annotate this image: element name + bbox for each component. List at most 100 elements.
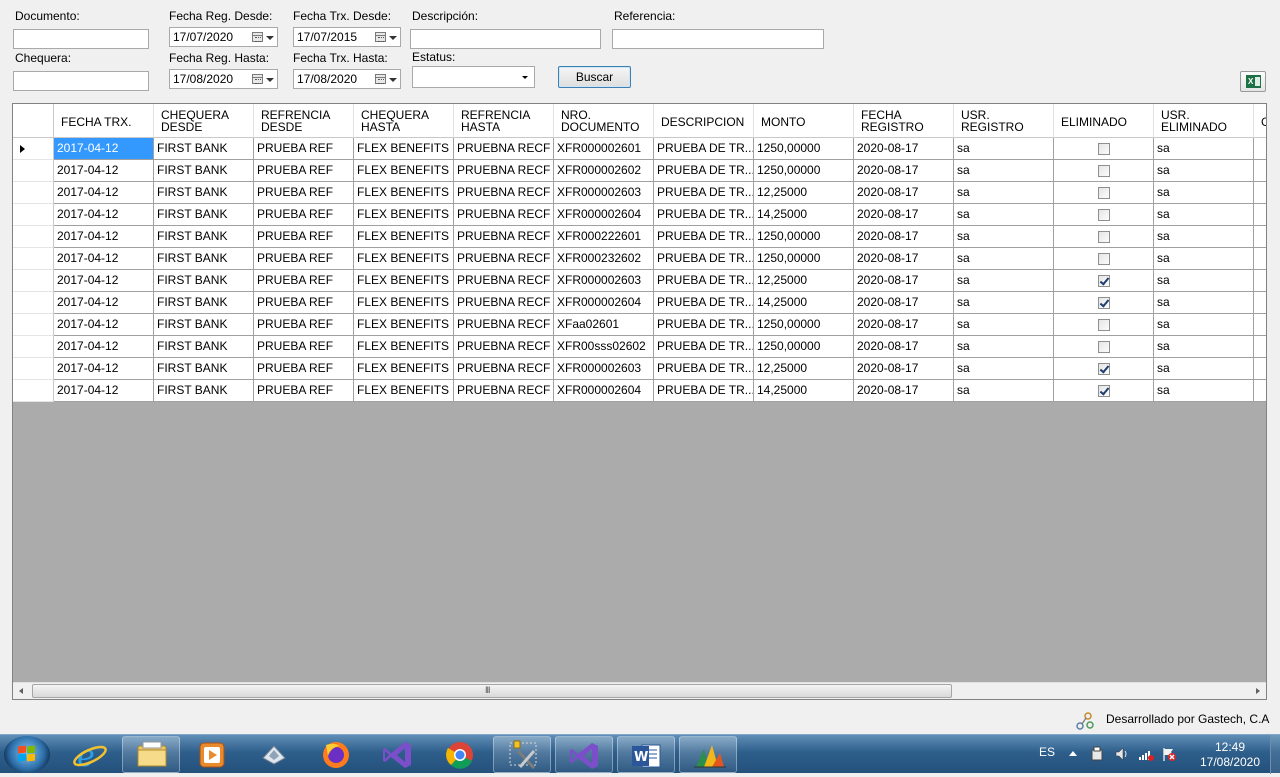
cell-fecha-trx[interactable]: 2017-04-12 <box>54 292 154 314</box>
cell-partial[interactable] <box>1254 182 1266 204</box>
cell-eliminado[interactable] <box>1054 380 1154 402</box>
cell-chequera-desde[interactable]: FIRST BANK <box>154 248 254 270</box>
cell-nro-documento[interactable]: XFaa02601 <box>554 314 654 336</box>
cell-refrencia-desde[interactable]: PRUEBA REF <box>254 270 354 292</box>
cell-chequera-hasta[interactable]: FLEX BENEFITS <box>354 336 454 358</box>
column-header-chequera-desde[interactable]: CHEQUERA DESDE <box>154 104 254 138</box>
chevron-down-icon[interactable] <box>389 78 397 82</box>
cell-chequera-hasta[interactable]: FLEX BENEFITS <box>354 248 454 270</box>
cell-refrencia-hasta[interactable]: PRUEBNA RECF <box>454 138 554 160</box>
column-header-monto[interactable]: MONTO <box>754 104 854 138</box>
cell-monto[interactable]: 1250,00000 <box>754 248 854 270</box>
row-header[interactable] <box>13 204 54 226</box>
table-row[interactable]: 2017-04-12 FIRST BANK PRUEBA REF FLEX BENEF… <box>13 204 1266 226</box>
firefox-icon[interactable] <box>307 736 365 773</box>
row-header[interactable] <box>13 138 54 160</box>
column-header-eliminado[interactable]: ELIMINADO <box>1054 104 1154 138</box>
cell-refrencia-hasta[interactable]: PRUEBNA RECF <box>454 182 554 204</box>
table-row[interactable]: 2017-04-12 FIRST BANK PRUEBA REF FLEX BENEF… <box>13 314 1266 336</box>
cell-monto[interactable]: 12,25000 <box>754 358 854 380</box>
media-player-icon[interactable] <box>183 736 241 773</box>
cell-fecha-registro[interactable]: 2020-08-17 <box>854 336 954 358</box>
word-button[interactable]: W <box>617 736 675 773</box>
cell-fecha-trx[interactable]: 2017-04-12 <box>54 358 154 380</box>
cell-fecha-trx[interactable]: 2017-04-12 <box>54 248 154 270</box>
language-indicator[interactable]: ES <box>1039 745 1055 759</box>
scroll-left-icon[interactable] <box>19 688 23 694</box>
eliminado-checkbox[interactable] <box>1098 385 1110 397</box>
cell-usr-eliminado[interactable]: sa <box>1154 336 1254 358</box>
column-header-chequera-hasta[interactable]: CHEQUERA HASTA <box>354 104 454 138</box>
cell-usr-eliminado[interactable]: sa <box>1154 226 1254 248</box>
cell-partial[interactable] <box>1254 160 1266 182</box>
cell-fecha-registro[interactable]: 2020-08-17 <box>854 160 954 182</box>
cell-nro-documento[interactable]: XFR000232602 <box>554 248 654 270</box>
cell-descripcion[interactable]: PRUEBA DE TR... <box>654 204 754 226</box>
cell-chequera-hasta[interactable]: FLEX BENEFITS <box>354 160 454 182</box>
cell-partial[interactable] <box>1254 138 1266 160</box>
horizontal-scrollbar[interactable] <box>13 682 1266 699</box>
cell-refrencia-hasta[interactable]: PRUEBNA RECF <box>454 248 554 270</box>
cell-chequera-desde[interactable]: FIRST BANK <box>154 292 254 314</box>
grid-corner[interactable] <box>13 104 54 138</box>
cell-usr-registro[interactable]: sa <box>954 270 1054 292</box>
cell-nro-documento[interactable]: XFR000002601 <box>554 138 654 160</box>
cell-usr-registro[interactable]: sa <box>954 292 1054 314</box>
cell-partial[interactable] <box>1254 270 1266 292</box>
eliminado-checkbox[interactable] <box>1098 165 1110 177</box>
cell-nro-documento[interactable]: XFR000002604 <box>554 292 654 314</box>
cell-monto[interactable]: 14,25000 <box>754 204 854 226</box>
fecha-trx-hasta-picker[interactable]: 17/08/2020 <box>293 69 401 89</box>
cell-partial[interactable] <box>1254 248 1266 270</box>
cell-monto[interactable]: 1250,00000 <box>754 226 854 248</box>
cell-chequera-desde[interactable]: FIRST BANK <box>154 314 254 336</box>
documento-input[interactable] <box>13 29 149 49</box>
cell-refrencia-hasta[interactable]: PRUEBNA RECF <box>454 204 554 226</box>
eliminado-checkbox[interactable] <box>1098 253 1110 265</box>
column-header-usr-registro[interactable]: USR. REGISTRO <box>954 104 1054 138</box>
cell-nro-documento[interactable]: XFR000002603 <box>554 182 654 204</box>
cell-descripcion[interactable]: PRUEBA DE TR... <box>654 292 754 314</box>
cell-fecha-trx[interactable]: 2017-04-12 <box>54 336 154 358</box>
fecha-trx-desde-picker[interactable]: 17/07/2015 <box>293 27 401 47</box>
column-header-refrencia-hasta[interactable]: REFRENCIA HASTA <box>454 104 554 138</box>
table-row[interactable]: 2017-04-12 FIRST BANK PRUEBA REF FLEX BENEF… <box>13 336 1266 358</box>
cell-usr-registro[interactable]: sa <box>954 358 1054 380</box>
cell-eliminado[interactable] <box>1054 226 1154 248</box>
cell-descripcion[interactable]: PRUEBA DE TR... <box>654 314 754 336</box>
cell-refrencia-hasta[interactable]: PRUEBNA RECF <box>454 380 554 402</box>
cell-usr-eliminado[interactable]: sa <box>1154 380 1254 402</box>
row-header[interactable] <box>13 270 54 292</box>
chequera-input[interactable] <box>13 71 149 91</box>
cell-nro-documento[interactable]: XFR00sss02602 <box>554 336 654 358</box>
cell-chequera-desde[interactable]: FIRST BANK <box>154 160 254 182</box>
cell-refrencia-desde[interactable]: PRUEBA REF <box>254 292 354 314</box>
cell-chequera-hasta[interactable]: FLEX BENEFITS <box>354 270 454 292</box>
cell-refrencia-hasta[interactable]: PRUEBNA RECF <box>454 270 554 292</box>
cell-eliminado[interactable] <box>1054 358 1154 380</box>
cell-usr-eliminado[interactable]: sa <box>1154 160 1254 182</box>
cell-fecha-trx[interactable]: 2017-04-12 <box>54 226 154 248</box>
export-excel-button[interactable]: X <box>1240 71 1266 92</box>
cell-chequera-hasta[interactable]: FLEX BENEFITS <box>354 182 454 204</box>
cell-usr-eliminado[interactable]: sa <box>1154 358 1254 380</box>
cell-monto[interactable]: 12,25000 <box>754 182 854 204</box>
cell-refrencia-desde[interactable]: PRUEBA REF <box>254 160 354 182</box>
table-row[interactable]: 2017-04-12 FIRST BANK PRUEBA REF FLEX BENEF… <box>13 292 1266 314</box>
cell-fecha-registro[interactable]: 2020-08-17 <box>854 292 954 314</box>
cell-usr-registro[interactable]: sa <box>954 336 1054 358</box>
cell-eliminado[interactable] <box>1054 138 1154 160</box>
row-header[interactable] <box>13 336 54 358</box>
cell-monto[interactable]: 12,25000 <box>754 270 854 292</box>
cell-chequera-desde[interactable]: FIRST BANK <box>154 204 254 226</box>
cell-usr-registro[interactable]: sa <box>954 226 1054 248</box>
cell-usr-eliminado[interactable]: sa <box>1154 138 1254 160</box>
eliminado-checkbox[interactable] <box>1098 187 1110 199</box>
visual-studio-icon[interactable] <box>369 736 427 773</box>
cell-monto[interactable]: 14,25000 <box>754 292 854 314</box>
cell-chequera-hasta[interactable]: FLEX BENEFITS <box>354 314 454 336</box>
cell-fecha-trx[interactable]: 2017-04-12 <box>54 160 154 182</box>
column-header-refrencia-desde[interactable]: REFRENCIA DESDE <box>254 104 354 138</box>
cell-refrencia-hasta[interactable]: PRUEBNA RECF <box>454 160 554 182</box>
cell-refrencia-hasta[interactable]: PRUEBNA RECF <box>454 292 554 314</box>
